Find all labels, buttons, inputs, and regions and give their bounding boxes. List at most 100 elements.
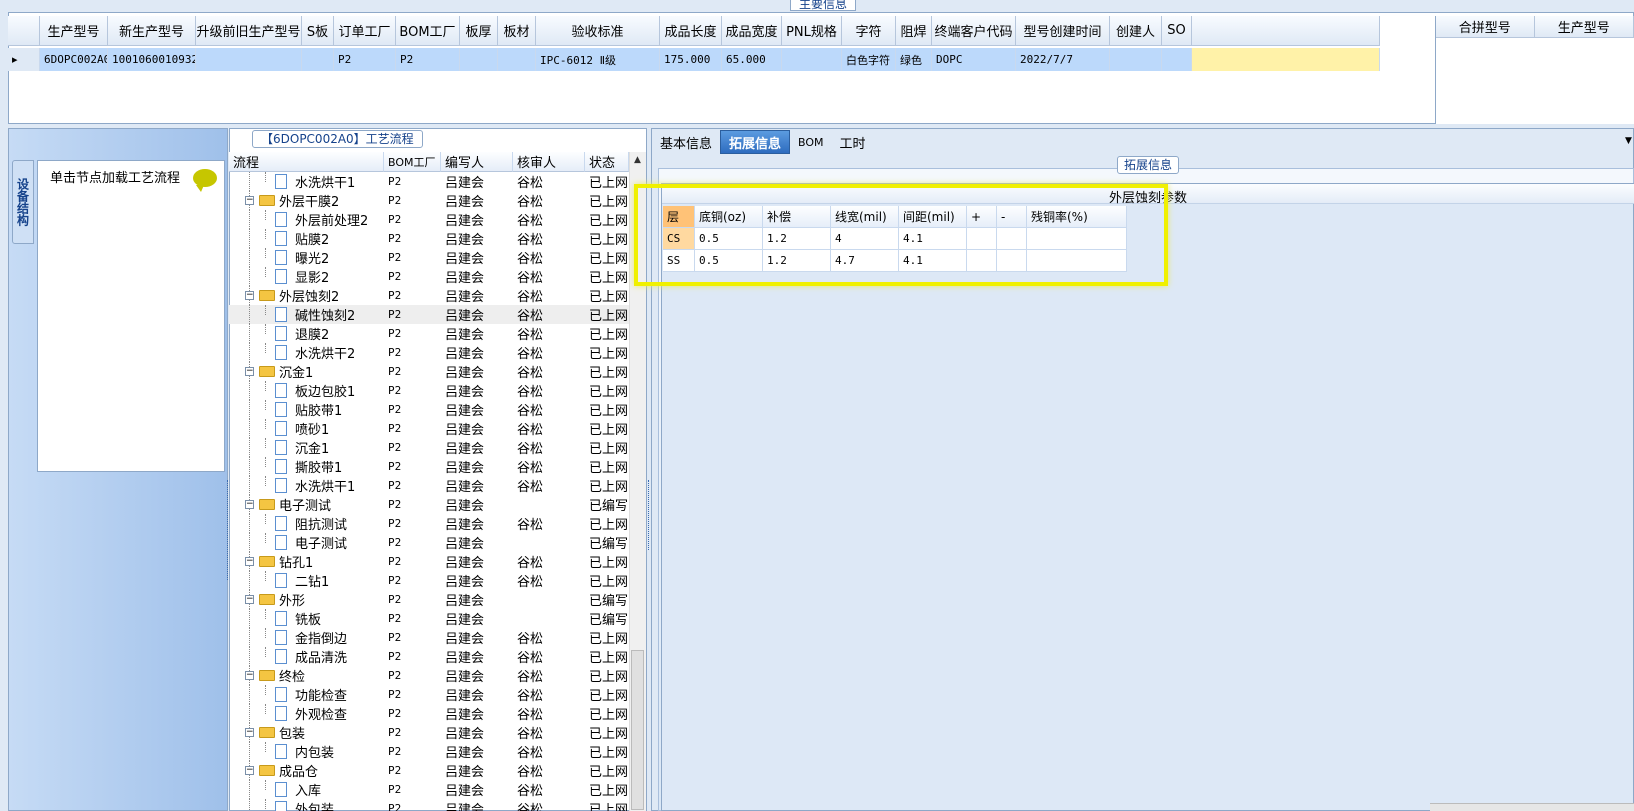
tree-node[interactable]: 水洗烘干1 bbox=[229, 476, 384, 495]
tree-column-header[interactable]: BOM工厂 bbox=[384, 152, 441, 172]
tree-node[interactable]: 贴膜2 bbox=[229, 229, 384, 248]
tree-row[interactable]: 曝光2 P2 吕建会 谷松 已上网 bbox=[229, 248, 629, 267]
main-row-cell[interactable] bbox=[302, 48, 334, 71]
tree-row[interactable]: 退膜2 P2 吕建会 谷松 已上网 bbox=[229, 324, 629, 343]
tab-work-hours[interactable]: 工时 bbox=[832, 130, 874, 154]
tree-column-header[interactable]: 状态 bbox=[585, 152, 629, 172]
main-column-header[interactable]: 新生产型号 bbox=[108, 16, 196, 46]
main-row-cell[interactable] bbox=[782, 48, 842, 71]
tree-row[interactable]: 沉金1 P2 吕建会 谷松 已上网 bbox=[229, 438, 629, 457]
merge-column-header[interactable]: 生产型号 bbox=[1534, 16, 1634, 38]
tree-node[interactable]: − 钻孔1 bbox=[229, 552, 384, 571]
tree-row[interactable]: 贴膜2 P2 吕建会 谷松 已上网 bbox=[229, 229, 629, 248]
tree-row[interactable]: 水洗烘干1 P2 吕建会 谷松 已上网 bbox=[229, 172, 629, 191]
tree-row[interactable]: 水洗烘干2 P2 吕建会 谷松 已上网 bbox=[229, 343, 629, 362]
splitter-handle[interactable] bbox=[227, 480, 230, 580]
tree-row[interactable]: 功能检查 P2 吕建会 谷松 已上网 bbox=[229, 685, 629, 704]
main-row-cell[interactable]: 绿色 bbox=[896, 48, 932, 71]
tree-row[interactable]: 成品清洗 P2 吕建会 谷松 已上网 bbox=[229, 647, 629, 666]
scroll-thumb[interactable] bbox=[631, 650, 644, 810]
tree-node[interactable]: 内包装 bbox=[229, 742, 384, 761]
tree-column-header[interactable]: 流程 bbox=[229, 152, 384, 172]
tree-node[interactable]: 外包装 bbox=[229, 799, 384, 811]
main-column-header[interactable]: 成品宽度 bbox=[722, 16, 782, 46]
tree-row[interactable]: 电子测试 P2 吕建会 已编写 bbox=[229, 533, 629, 552]
main-column-header[interactable]: 成品长度 bbox=[660, 16, 722, 46]
tab-menu-arrow-icon[interactable]: ▼ bbox=[1625, 136, 1632, 146]
tree-row[interactable]: 碱性蚀刻2 P2 吕建会 谷松 已上网 bbox=[229, 305, 629, 324]
main-row-cell[interactable]: P2 bbox=[396, 48, 460, 71]
tree-row[interactable]: − 外层蚀刻2 P2 吕建会 谷松 已上网 bbox=[229, 286, 629, 305]
main-column-header[interactable]: 升级前旧生产型号 bbox=[196, 16, 302, 46]
tree-row[interactable]: − 电子测试 P2 吕建会 已编写 bbox=[229, 495, 629, 514]
collapse-icon[interactable]: − bbox=[245, 671, 254, 680]
tree-node[interactable]: 沉金1 bbox=[229, 438, 384, 457]
tree-node[interactable]: 功能检查 bbox=[229, 685, 384, 704]
tree-row[interactable]: 阻抗测试 P2 吕建会 谷松 已上网 bbox=[229, 514, 629, 533]
main-row-cell[interactable]: 65.000 bbox=[722, 48, 782, 71]
tree-node[interactable]: − 沉金1 bbox=[229, 362, 384, 381]
tree-node[interactable]: 撕胶带1 bbox=[229, 457, 384, 476]
tree-row[interactable]: − 外层干膜2 P2 吕建会 谷松 已上网 bbox=[229, 191, 629, 210]
main-info-row[interactable]: ▸ 6DOPC002A0 10010600109322 P2 P2 IPC-6012 Ⅱ级… bbox=[8, 48, 1380, 71]
tree-row[interactable]: 内包装 P2 吕建会 谷松 已上网 bbox=[229, 742, 629, 761]
main-row-cell[interactable]: P2 bbox=[334, 48, 396, 71]
tree-node[interactable]: 外观检查 bbox=[229, 704, 384, 723]
main-row-cell[interactable]: 白色字符 bbox=[842, 48, 896, 71]
tree-row[interactable]: 水洗烘干1 P2 吕建会 谷松 已上网 bbox=[229, 476, 629, 495]
tree-node[interactable]: − 终检 bbox=[229, 666, 384, 685]
main-column-header[interactable]: 板材 bbox=[498, 16, 536, 46]
tree-node[interactable]: 碱性蚀刻2 bbox=[229, 305, 384, 324]
tree-row[interactable]: 撕胶带1 P2 吕建会 谷松 已上网 bbox=[229, 457, 629, 476]
tree-node[interactable]: − 成品仓 bbox=[229, 761, 384, 780]
tree-node[interactable]: 二钻1 bbox=[229, 571, 384, 590]
tree-row[interactable]: 显影2 P2 吕建会 谷松 已上网 bbox=[229, 267, 629, 286]
tree-column-header[interactable]: 编写人 bbox=[441, 152, 513, 172]
tree-row[interactable]: 外层前处理2 P2 吕建会 谷松 已上网 bbox=[229, 210, 629, 229]
tree-node[interactable]: 曝光2 bbox=[229, 248, 384, 267]
main-row-cell[interactable] bbox=[460, 48, 498, 71]
tree-node[interactable]: − 包装 bbox=[229, 723, 384, 742]
tree-node[interactable]: 板边包胶1 bbox=[229, 381, 384, 400]
tree-node[interactable]: 成品清洗 bbox=[229, 647, 384, 666]
collapse-icon[interactable]: − bbox=[245, 595, 254, 604]
device-structure-tab[interactable]: 设备结构 bbox=[12, 160, 34, 244]
tree-node[interactable]: 外层前处理2 bbox=[229, 210, 384, 229]
tree-row[interactable]: 铣板 P2 吕建会 已编写 bbox=[229, 609, 629, 628]
tree-column-header[interactable]: 核审人 bbox=[513, 152, 585, 172]
tree-node[interactable]: − 外层干膜2 bbox=[229, 191, 384, 210]
tree-row[interactable]: 外观检查 P2 吕建会 谷松 已上网 bbox=[229, 704, 629, 723]
main-column-header[interactable]: 创建人 bbox=[1110, 16, 1162, 46]
tree-node[interactable]: 显影2 bbox=[229, 267, 384, 286]
collapse-icon[interactable]: − bbox=[245, 557, 254, 566]
main-column-header[interactable]: BOM工厂 bbox=[396, 16, 460, 46]
main-column-header[interactable]: 型号创建时间 bbox=[1016, 16, 1110, 46]
main-column-header[interactable]: 验收标准 bbox=[536, 16, 660, 46]
tree-node[interactable]: 入库 bbox=[229, 780, 384, 799]
main-column-header[interactable]: PNL规格 bbox=[782, 16, 842, 46]
main-column-header[interactable]: 字符 bbox=[842, 16, 896, 46]
main-row-cell[interactable]: 175.000 bbox=[660, 48, 722, 71]
main-column-header[interactable]: 终端客户代码 bbox=[932, 16, 1016, 46]
main-column-header[interactable]: 板厚 bbox=[460, 16, 498, 46]
collapse-icon[interactable]: − bbox=[245, 291, 254, 300]
tree-row[interactable]: 入库 P2 吕建会 谷松 已上网 bbox=[229, 780, 629, 799]
scroll-up-icon[interactable]: ▲ bbox=[629, 152, 646, 169]
tree-row[interactable]: − 包装 P2 吕建会 谷松 已上网 bbox=[229, 723, 629, 742]
tree-node[interactable]: 阻抗测试 bbox=[229, 514, 384, 533]
tree-row[interactable]: − 沉金1 P2 吕建会 谷松 已上网 bbox=[229, 362, 629, 381]
collapse-icon[interactable]: − bbox=[245, 367, 254, 376]
tree-row[interactable]: 外包装 P2 吕建会 谷松 已上网 bbox=[229, 799, 629, 811]
tree-row[interactable]: 板边包胶1 P2 吕建会 谷松 已上网 bbox=[229, 381, 629, 400]
tab-basic-info[interactable]: 基本信息 bbox=[652, 130, 720, 154]
main-column-header[interactable]: SO bbox=[1162, 16, 1192, 46]
main-row-cell[interactable]: 2022/7/7 bbox=[1016, 48, 1110, 71]
tree-row[interactable]: 贴胶带1 P2 吕建会 谷松 已上网 bbox=[229, 400, 629, 419]
tree-node[interactable]: − 外层蚀刻2 bbox=[229, 286, 384, 305]
tree-node[interactable]: − 电子测试 bbox=[229, 495, 384, 514]
tree-node[interactable]: 电子测试 bbox=[229, 533, 384, 552]
main-row-cell[interactable]: 10010600109322 bbox=[108, 48, 196, 71]
main-row-cell[interactable]: 6DOPC002A0 bbox=[40, 48, 108, 71]
main-row-cell[interactable] bbox=[1162, 48, 1192, 71]
collapse-icon[interactable]: − bbox=[245, 196, 254, 205]
